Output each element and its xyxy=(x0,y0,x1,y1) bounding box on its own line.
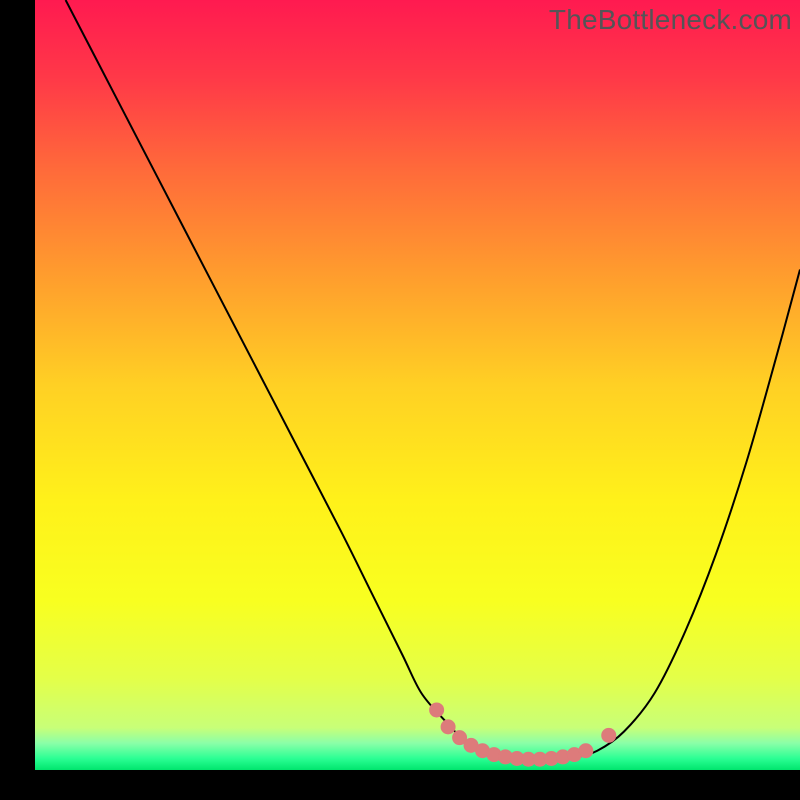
chart-frame: TheBottleneck.com xyxy=(0,0,800,800)
gradient-background xyxy=(35,0,800,770)
plot-area xyxy=(35,0,800,770)
marker-dot xyxy=(430,703,444,717)
marker-dot xyxy=(579,744,593,758)
watermark-text: TheBottleneck.com xyxy=(549,4,792,36)
marker-dot xyxy=(441,720,455,734)
chart-svg xyxy=(35,0,800,770)
marker-dot xyxy=(602,728,616,742)
